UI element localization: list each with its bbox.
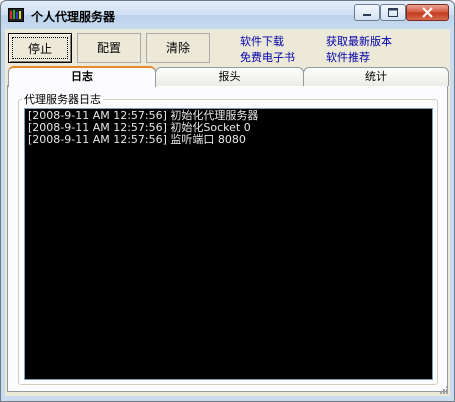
tab-headers[interactable]: 报头 [155,67,304,86]
window-title: 个人代理服务器 [31,10,116,24]
log-group-label: 代理服务器日志 [22,91,103,107]
minimize-icon [363,14,371,16]
app-window: 个人代理服务器 停止 配置 清除 软件下载 免费电子书 获取最新版本 软件推荐 … [0,0,455,402]
client-area: 停止 配置 清除 软件下载 免费电子书 获取最新版本 软件推荐 日志 报头 统计… [5,29,450,396]
minimize-button[interactable] [354,4,380,21]
free-ebook-link[interactable]: 免费电子书 [240,49,295,65]
get-latest-version-link[interactable]: 获取最新版本 [326,33,392,49]
maximize-button[interactable] [380,4,406,21]
close-icon [422,7,433,18]
log-line: [2008-9-11 AM 12:57:56] 监听端口 8080 [28,133,246,146]
config-button[interactable]: 配置 [77,33,141,63]
close-button[interactable] [406,4,449,21]
log-tab-panel: 代理服务器日志 [2008-9-11 AM 12:57:56] 初始化代理服务器… [7,86,448,392]
maximize-icon [388,8,398,17]
title-bar[interactable]: 个人代理服务器 [1,1,454,29]
software-recommend-link[interactable]: 软件推荐 [326,49,370,65]
app-icon [8,8,24,22]
log-listbox[interactable]: [2008-9-11 AM 12:57:56] 初始化代理服务器 [2008-9… [24,108,433,380]
tab-stats[interactable]: 统计 [303,67,449,86]
resize-grip-icon[interactable] [439,385,449,395]
software-download-link[interactable]: 软件下载 [240,33,284,49]
stop-button-label: 停止 [12,37,68,59]
tab-log[interactable]: 日志 [8,66,156,87]
clear-button[interactable]: 清除 [146,33,210,63]
stop-button[interactable]: 停止 [8,33,72,63]
